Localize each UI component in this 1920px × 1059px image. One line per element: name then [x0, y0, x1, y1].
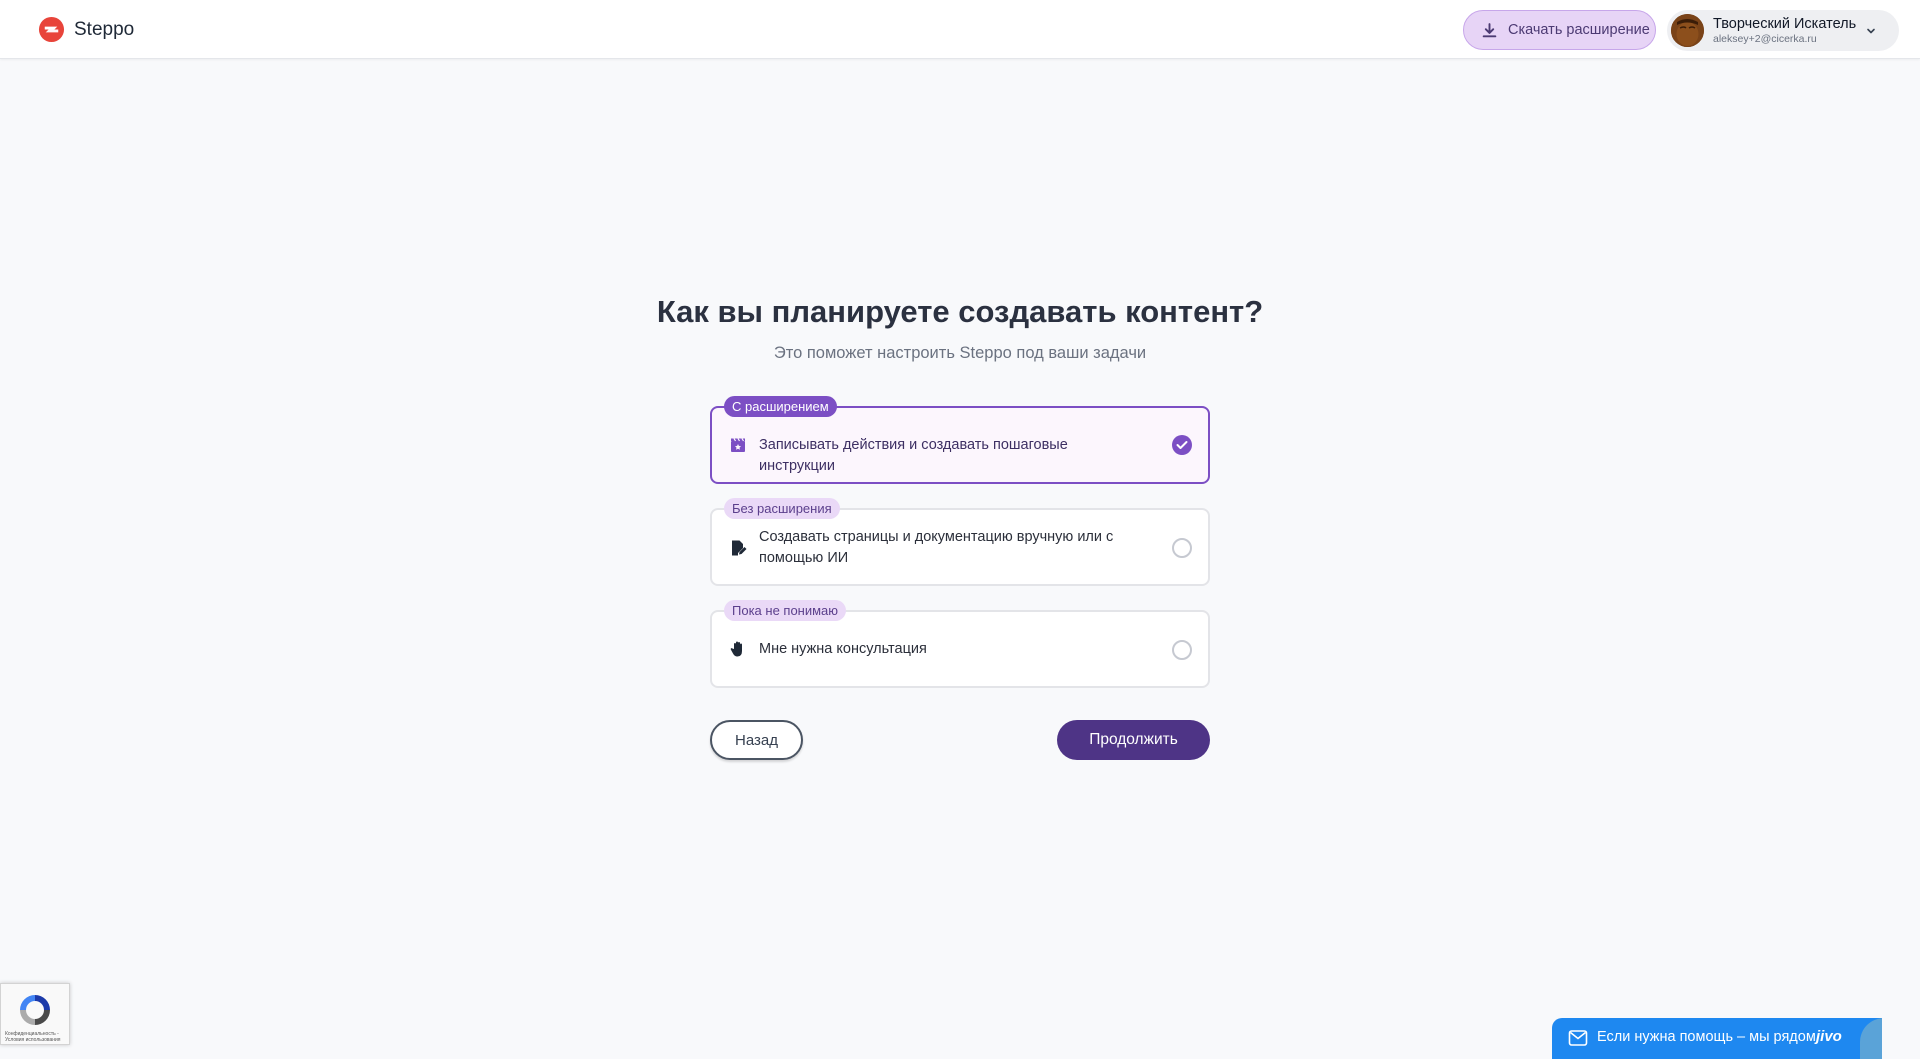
option-badge: Пока не понимаю: [724, 600, 847, 621]
download-icon: [1482, 22, 1497, 37]
jivo-logo: jivo: [1816, 1028, 1842, 1045]
brand-name: Steppo: [74, 18, 135, 40]
top-bar: Steppo Скачать расширение Творческий Иск…: [0, 0, 1920, 59]
option-label: Создавать страницы и документацию вручну…: [759, 529, 1114, 566]
option-consultation[interactable]: Пока не понимаю Мне нужна консультация: [710, 600, 1210, 688]
recaptcha-links[interactable]: Конфиденциальность - Условия использован…: [5, 1031, 69, 1043]
chat-widget-label: Если нужна помощь – мы рядом: [1597, 1029, 1816, 1045]
radio-checked[interactable]: [1172, 435, 1192, 455]
option-badge: Без расширения: [724, 498, 840, 519]
recaptcha-icon: [20, 995, 50, 1025]
page-title: Как вы планируете создавать контент?: [656, 294, 1264, 329]
radio-unchecked[interactable]: [1172, 640, 1192, 660]
option-create-pages[interactable]: Без расширения Создавать страницы и доку…: [710, 498, 1210, 586]
hand-icon: [730, 641, 742, 657]
back-button[interactable]: Назад: [710, 720, 803, 760]
avatar: [1671, 14, 1704, 47]
clapperboard-icon: [731, 438, 745, 452]
user-name: Творческий Искатель: [1713, 15, 1857, 32]
radio-unchecked[interactable]: [1172, 538, 1192, 558]
mail-icon: [1568, 1030, 1588, 1046]
recaptcha-badge[interactable]: Конфиденциальность - Условия использован…: [0, 983, 70, 1045]
user-email: aleksey+2@cicerka.ru: [1713, 32, 1817, 45]
brand-logo[interactable]: Steppo: [38, 16, 134, 43]
chat-widget[interactable]: Если нужна помощь – мы рядом jivo: [1552, 1018, 1882, 1059]
user-menu[interactable]: Творческий Искатель aleksey+2@cicerka.ru: [1667, 10, 1899, 51]
chevron-down-icon[interactable]: [1865, 25, 1877, 37]
option-label: Мне нужна консультация: [759, 641, 927, 657]
edit-document-icon: [732, 540, 747, 556]
check-icon: [1176, 441, 1188, 449]
option-badge: С расширением: [724, 396, 837, 417]
page-subtitle: Это поможет настроить Steppo под ваши за…: [773, 344, 1147, 362]
download-extension-button[interactable]: Скачать расширение: [1463, 10, 1656, 50]
option-label: Записывать действия и создавать пошаговы…: [759, 437, 1068, 474]
option-record-actions[interactable]: С расширением Записывать действия и созд…: [710, 396, 1210, 484]
chat-widget-corner: [1860, 1018, 1882, 1059]
steppo-logo-icon: [38, 16, 65, 43]
download-extension-label: Скачать расширение: [1508, 22, 1650, 38]
continue-button[interactable]: Продолжить: [1057, 720, 1210, 760]
